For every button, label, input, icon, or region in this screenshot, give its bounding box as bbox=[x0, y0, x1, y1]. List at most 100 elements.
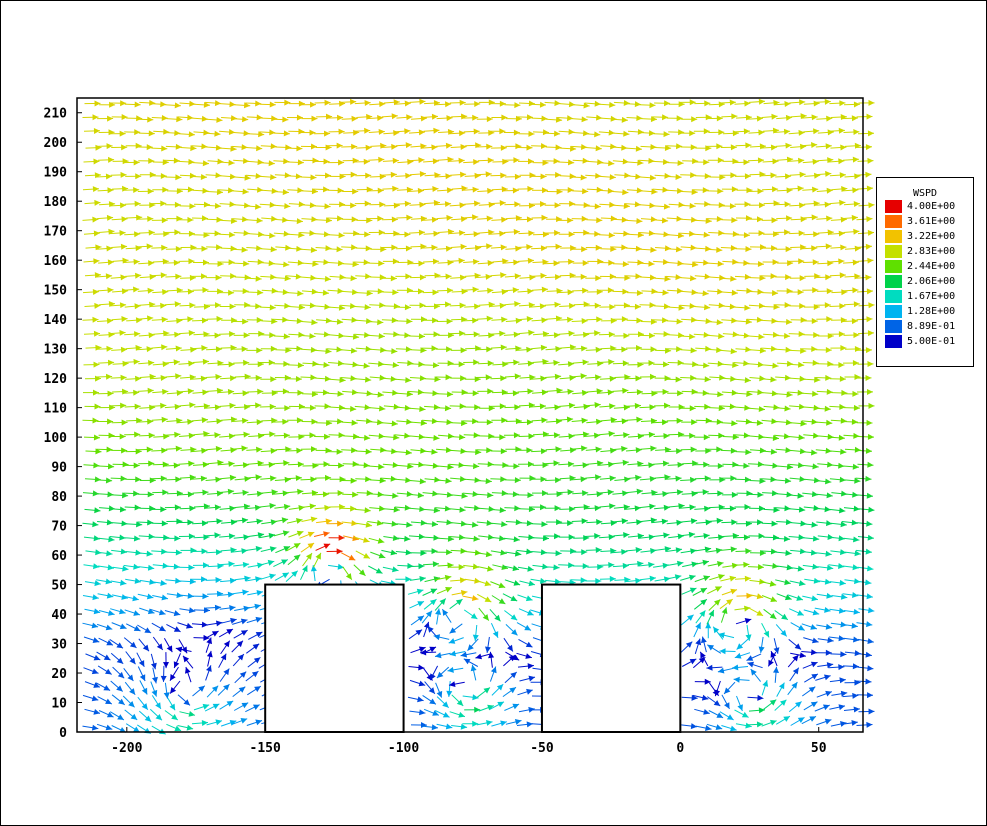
vector-arrow-head bbox=[796, 595, 803, 601]
vector-arrow-head bbox=[351, 216, 358, 223]
vector-arrow-head bbox=[826, 388, 833, 395]
legend-swatch bbox=[885, 215, 902, 228]
vector-arrow-head bbox=[623, 100, 630, 106]
vector-arrow-head bbox=[216, 490, 223, 497]
vector-arrow-head bbox=[256, 317, 263, 323]
vector-arrow-head bbox=[229, 201, 236, 208]
vector-arrow-head bbox=[760, 244, 766, 251]
vector-arrow-head bbox=[622, 562, 629, 569]
vector-arrow-head bbox=[784, 201, 791, 208]
vector-arrow-head bbox=[691, 216, 698, 223]
vector-arrow-head bbox=[542, 187, 548, 194]
vector-arrow-head bbox=[596, 316, 603, 323]
vector-arrow-head bbox=[474, 706, 481, 713]
vector-arrow-head bbox=[526, 721, 533, 728]
vector-arrow-head bbox=[662, 491, 669, 497]
vector-arrow-head bbox=[268, 359, 275, 366]
vector-arrow-head bbox=[663, 303, 671, 310]
vector-arrow-head bbox=[610, 345, 617, 352]
vector-arrow-head bbox=[312, 462, 319, 469]
vector-arrow-head bbox=[271, 115, 278, 122]
vector-arrow-head bbox=[525, 595, 533, 602]
vector-arrow-head bbox=[542, 231, 549, 238]
vector-arrow-head bbox=[812, 259, 819, 266]
vector-arrow-head bbox=[812, 637, 819, 644]
vector-arrow-head bbox=[785, 274, 792, 281]
vector-arrow-head bbox=[108, 331, 115, 338]
vector-arrow-head bbox=[471, 595, 479, 601]
vector-arrow-head bbox=[133, 187, 140, 193]
vector-arrow-head bbox=[769, 580, 777, 587]
x-tick-label: 0 bbox=[676, 741, 684, 756]
vector-arrow-head bbox=[285, 144, 292, 151]
vector-arrow-head bbox=[136, 214, 143, 221]
vector-arrow-head bbox=[865, 651, 872, 658]
vector-arrow-head bbox=[824, 201, 831, 208]
vector-arrow-head bbox=[306, 553, 312, 560]
vector-arrow-head bbox=[676, 143, 683, 150]
vector-arrow-head bbox=[813, 332, 820, 338]
vector-arrow-head bbox=[839, 100, 846, 107]
vector-arrow-head bbox=[622, 158, 629, 165]
vector-arrow-head bbox=[108, 610, 115, 616]
vector-arrow-head bbox=[529, 274, 536, 281]
vector-arrow-head bbox=[229, 577, 237, 584]
vector-arrow-head bbox=[297, 389, 304, 396]
vector-arrow-head bbox=[581, 518, 588, 525]
vector-arrow-head bbox=[513, 157, 520, 164]
vector-arrow-head bbox=[733, 676, 740, 683]
x-tick-label: 50 bbox=[811, 741, 827, 756]
vector-arrow-head bbox=[554, 404, 561, 411]
vector-arrow-head bbox=[337, 490, 344, 496]
vector-arrow-head bbox=[743, 260, 750, 266]
vector-arrow-head bbox=[567, 489, 574, 496]
vector-arrow-head bbox=[244, 301, 251, 308]
vector-arrow-head bbox=[678, 332, 685, 339]
vector-arrow-head bbox=[798, 129, 805, 136]
vector-arrow-head bbox=[149, 171, 156, 178]
vector-arrow-head bbox=[268, 260, 275, 267]
vector-arrow-head bbox=[406, 521, 413, 528]
vector-arrow-head bbox=[838, 664, 845, 671]
vector-arrow-head bbox=[747, 661, 754, 668]
vector-arrow-head bbox=[624, 374, 631, 381]
vector-arrow-head bbox=[746, 490, 753, 497]
vector-arrow-head bbox=[851, 418, 858, 425]
vector-arrow-head bbox=[106, 550, 113, 557]
vector-arrow-head bbox=[186, 622, 193, 629]
vector-arrow-head bbox=[762, 680, 769, 687]
vector-arrow-head bbox=[732, 158, 739, 165]
vector-arrow-head bbox=[432, 158, 439, 165]
vector-arrow-head bbox=[229, 505, 236, 512]
vector-arrow-head bbox=[867, 534, 874, 541]
vector-arrow-head bbox=[732, 664, 739, 671]
vector-arrow-head bbox=[701, 636, 707, 644]
vector-arrow-head bbox=[868, 99, 875, 106]
vector-arrow-head bbox=[345, 573, 352, 580]
vector-arrow-head bbox=[512, 491, 519, 498]
y-tick-label: 0 bbox=[59, 726, 67, 741]
x-tick-label: -200 bbox=[111, 741, 142, 756]
vector-arrow-head bbox=[146, 446, 153, 453]
vector-arrow-head bbox=[488, 433, 495, 440]
vector-arrow-head bbox=[296, 318, 303, 324]
vector-arrow-head bbox=[854, 374, 861, 380]
vector-arrow-head bbox=[750, 669, 757, 676]
vector-arrow-head bbox=[446, 346, 453, 353]
vector-arrow-head bbox=[770, 476, 777, 483]
vector-arrow-head bbox=[256, 419, 263, 426]
vector-arrow-head bbox=[365, 172, 372, 179]
vector-arrow-head bbox=[339, 476, 346, 483]
vector-arrow-head bbox=[171, 714, 178, 720]
y-tick-label: 170 bbox=[44, 225, 68, 240]
vector-arrow-head bbox=[121, 144, 128, 151]
vector-arrow-head bbox=[203, 303, 210, 310]
vector-arrow-head bbox=[812, 287, 819, 294]
vector-arrow-head bbox=[353, 230, 360, 237]
vector-arrow-head bbox=[339, 274, 346, 281]
vector-arrow-head bbox=[175, 246, 182, 252]
vector-arrow-head bbox=[148, 229, 155, 236]
vector-arrow-head bbox=[554, 533, 561, 540]
vector-arrow-head bbox=[419, 478, 426, 485]
vector-arrow-head bbox=[148, 432, 155, 439]
